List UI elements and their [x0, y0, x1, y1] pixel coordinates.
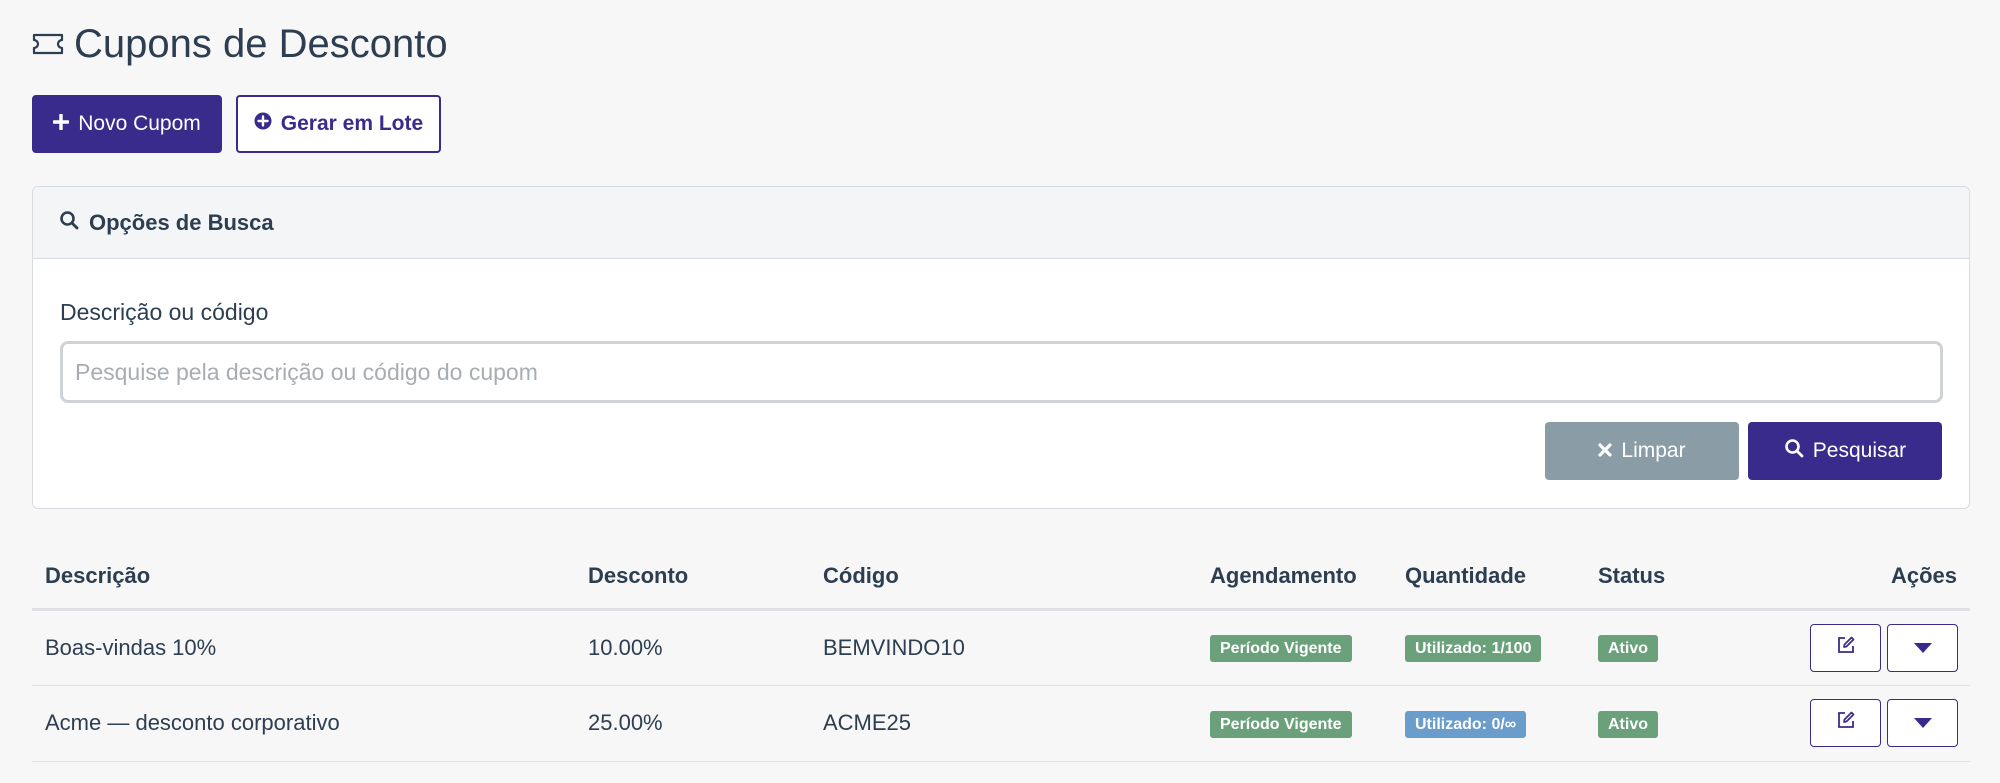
search-icon	[1784, 438, 1804, 464]
page-title: Cupons de Desconto	[74, 21, 448, 66]
search-label: Pesquisar	[1812, 439, 1907, 462]
coupons-page: Cupons de Desconto Novo Cupom Gerar em L…	[0, 0, 2000, 783]
ticket-icon	[32, 33, 64, 55]
usage-badge: Utilizado: 0/∞	[1405, 710, 1527, 738]
clear-label: Limpar	[1621, 439, 1686, 462]
generate-batch-label: Gerar em Lote	[280, 112, 424, 135]
edit-button[interactable]	[1810, 699, 1881, 747]
close-icon	[1598, 439, 1612, 463]
search-icon	[59, 210, 79, 235]
table-header-row: Descrição Desconto Código Agendamento Qu…	[32, 545, 1970, 611]
more-actions-dropdown[interactable]	[1887, 699, 1958, 747]
clear-button[interactable]: Limpar	[1545, 422, 1739, 480]
edit-icon	[1836, 635, 1856, 661]
search-input[interactable]	[60, 341, 1943, 403]
schedule-badge: Período Vigente	[1210, 635, 1352, 662]
status-badge: Ativo	[1598, 710, 1658, 738]
plus-circle-icon	[254, 112, 272, 136]
table-row: Acme — desconto corporativo 25.00% ACME2…	[32, 685, 1970, 762]
table-row: Boas-vindas 10% 10.00% BEMVINDO10 Períod…	[32, 609, 1970, 686]
edit-icon	[1836, 710, 1856, 736]
more-actions-dropdown[interactable]	[1887, 623, 1958, 672]
new-coupon-label: Novo Cupom	[78, 112, 201, 135]
col-header-status: Status	[1585, 545, 1735, 611]
new-coupon-button[interactable]: Novo Cupom	[32, 95, 222, 153]
search-button[interactable]: Pesquisar	[1748, 422, 1942, 480]
cell-codigo: BEMVINDO10	[810, 609, 1197, 686]
col-header-acoes: Ações	[1735, 545, 1970, 611]
cell-codigo: ACME25	[810, 685, 1197, 762]
title-row: Cupons de Desconto	[32, 0, 1968, 88]
col-header-quantidade: Quantidade	[1392, 545, 1585, 611]
search-field-label: Descrição ou código	[60, 299, 269, 325]
generate-batch-button[interactable]: Gerar em Lote	[236, 95, 441, 153]
col-header-descricao: Descrição	[32, 545, 575, 611]
search-buttons: Limpar Pesquisar	[60, 422, 1943, 480]
search-options-title: Opções de Busca	[89, 209, 274, 235]
col-header-codigo: Código	[810, 545, 1197, 611]
usage-badge: Utilizado: 1/100	[1405, 635, 1542, 662]
caret-down-icon	[1913, 635, 1933, 661]
search-options-header: Opções de Busca	[33, 187, 1969, 259]
cell-desconto: 10.00%	[575, 609, 810, 686]
cell-desconto: 25.00%	[575, 685, 810, 762]
cell-descricao: Boas-vindas 10%	[32, 609, 575, 686]
col-header-agendamento: Agendamento	[1197, 545, 1392, 611]
search-options-card: Opções de Busca Descrição ou código Limp…	[32, 186, 1970, 509]
caret-down-icon	[1913, 710, 1933, 736]
status-badge: Ativo	[1598, 635, 1658, 662]
cell-descricao: Acme — desconto corporativo	[32, 685, 575, 762]
edit-button[interactable]	[1810, 623, 1881, 672]
plus-icon	[52, 112, 70, 136]
schedule-badge: Período Vigente	[1210, 710, 1352, 738]
coupons-table: Descrição Desconto Código Agendamento Qu…	[32, 545, 1970, 762]
search-options-body: Descrição ou código Limpar Pesquisar	[33, 259, 1969, 480]
col-header-desconto: Desconto	[575, 545, 810, 611]
toolbar: Novo Cupom Gerar em Lote	[32, 95, 1968, 153]
